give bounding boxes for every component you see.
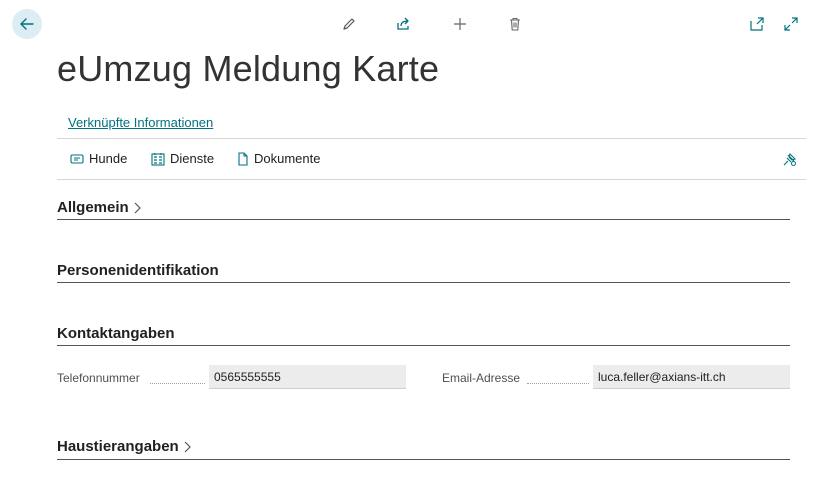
action-dokumente[interactable]: Dokumente bbox=[237, 151, 320, 166]
action-dokumente-label: Dokumente bbox=[254, 151, 321, 166]
services-icon bbox=[151, 152, 165, 166]
open-new-window-button[interactable] bbox=[746, 13, 768, 35]
field-leader-dots bbox=[150, 383, 205, 384]
open-in-new-window-icon bbox=[750, 17, 764, 31]
personalize-button[interactable] bbox=[782, 152, 797, 172]
pencil-icon bbox=[343, 18, 355, 30]
document-icon bbox=[238, 151, 248, 166]
trash-icon bbox=[510, 17, 520, 31]
section-allgemein-label: Allgemein bbox=[57, 199, 129, 216]
chevron-right-icon bbox=[184, 441, 191, 452]
section-kontaktangaben[interactable]: Kontaktangaben bbox=[57, 325, 175, 342]
share-icon bbox=[396, 17, 409, 30]
action-dienste[interactable]: Dienste bbox=[151, 151, 214, 166]
section-divider bbox=[57, 219, 790, 220]
page-title: eUmzug Meldung Karte bbox=[57, 48, 440, 89]
section-divider bbox=[57, 345, 790, 346]
delete-button[interactable] bbox=[504, 13, 526, 35]
telefonnummer-field[interactable]: 0565555555 bbox=[209, 365, 406, 389]
plus-icon bbox=[454, 18, 466, 30]
new-button[interactable] bbox=[449, 13, 471, 35]
section-personen-label: Personenidentifikation bbox=[57, 262, 219, 279]
section-allgemein[interactable]: Allgemein bbox=[57, 199, 141, 216]
related-information-link[interactable]: Verknüpfte Informationen bbox=[68, 115, 213, 130]
pin-settings-icon bbox=[783, 152, 797, 166]
field-leader-dots bbox=[527, 383, 589, 384]
dog-card-icon bbox=[70, 153, 84, 164]
email-adresse-label: Email-Adresse bbox=[442, 371, 521, 385]
section-divider bbox=[57, 459, 790, 460]
share-button[interactable] bbox=[392, 13, 414, 35]
arrow-left-icon bbox=[20, 18, 34, 30]
divider bbox=[57, 138, 806, 139]
back-button[interactable] bbox=[12, 9, 42, 39]
divider bbox=[57, 179, 806, 180]
section-haustier-label: Haustierangaben bbox=[57, 438, 179, 455]
edit-button[interactable] bbox=[338, 13, 360, 35]
section-divider bbox=[57, 282, 790, 283]
expand-icon bbox=[784, 17, 798, 31]
chevron-right-icon bbox=[134, 202, 141, 213]
action-dienste-label: Dienste bbox=[170, 151, 215, 166]
action-hunde[interactable]: Hunde bbox=[70, 151, 127, 166]
section-haustierangaben[interactable]: Haustierangaben bbox=[57, 438, 191, 455]
expand-button[interactable] bbox=[780, 13, 802, 35]
telefonnummer-label: Telefonnummer bbox=[57, 371, 140, 385]
section-kontakt-label: Kontaktangaben bbox=[57, 325, 175, 342]
action-hunde-label: Hunde bbox=[89, 151, 128, 166]
section-personenidentifikation[interactable]: Personenidentifikation bbox=[57, 262, 219, 279]
email-adresse-field[interactable]: luca.feller@axians-itt.ch bbox=[593, 365, 790, 389]
